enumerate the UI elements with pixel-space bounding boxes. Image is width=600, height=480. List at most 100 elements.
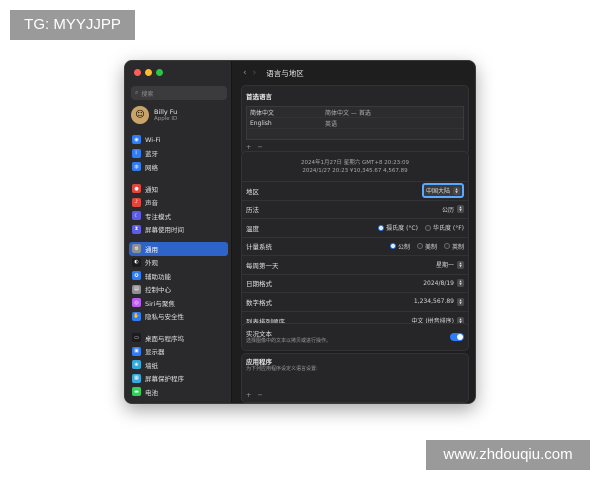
number-format-popup[interactable]: 1,234,567.89 ▲ ▼ — [414, 297, 464, 306]
sidebar-item-label: 通用 — [145, 245, 158, 254]
sidebar-search-input[interactable]: ⌕ 搜索 — [131, 86, 227, 100]
traffic-lights — [134, 69, 163, 76]
forward-button[interactable]: › — [253, 68, 257, 78]
remove-language-button[interactable]: − — [257, 143, 262, 151]
sidebar-group: ⚙ 通用 ◐ 外观 ✪ 辅助功能 ▤ 控制中心 ◎ Siri与聚焦 ✋ 隐私与安全性 — [129, 242, 228, 323]
sidebar-item-label: 专注模式 — [145, 212, 171, 221]
sidebar-item[interactable]: ▬ 电池 — [129, 385, 228, 399]
sidebar-item[interactable]: ◎ Siri与聚焦 — [129, 296, 228, 310]
sidebar-item[interactable]: ◉ Wi-Fi — [129, 133, 228, 147]
sidebar-group: ◉ Wi-Fi ᛒ 蓝牙 ◍ 网络 — [129, 133, 228, 174]
calendar-row: 历法 公历 ▲ ▼ — [242, 201, 468, 219]
radio-fahrenheit[interactable]: 华氏度 (°F) — [424, 223, 464, 232]
sidebar-item[interactable]: ▤ 控制中心 — [129, 283, 228, 297]
applications-card: 应用程序 为下列应用程序设定义语言设置: + − — [241, 353, 469, 403]
live-text-label: 实况文本 — [246, 329, 272, 338]
format-preview: 2024年1月27日 星期六 GMT+8 20:23:09 2024/1/27 … — [242, 152, 468, 182]
minimize-window-button[interactable] — [145, 69, 152, 76]
hourglass-icon: ⧗ — [132, 224, 141, 234]
sidebar-item[interactable]: ▦ 屏幕保护程序 — [129, 372, 228, 386]
radio-us[interactable]: 美制 — [416, 242, 437, 251]
list-item[interactable]: English 英语 — [247, 118, 463, 129]
sidebar-item[interactable]: ✋ 隐私与安全性 — [129, 310, 228, 324]
live-text-toggle[interactable] — [450, 333, 464, 341]
display-icon: ▣ — [132, 346, 141, 356]
sidebar-item-label: 控制中心 — [145, 286, 171, 295]
hand-icon: ✋ — [132, 311, 141, 321]
sidebar-item[interactable]: ☾ 专注模式 — [129, 209, 228, 223]
sidebar-item[interactable]: ◍ 网络 — [129, 160, 228, 174]
sidebar-group: ● 通知 ♪ 声音 ☾ 专注模式 ⧗ 屏幕使用时间 — [129, 182, 228, 236]
wifi-icon: ◉ — [132, 135, 141, 145]
sidebar-item-label: 隐私与安全性 — [145, 313, 184, 322]
sidebar-item-label: 墙纸 — [145, 361, 158, 370]
radio-metric[interactable]: 公制 — [389, 242, 410, 251]
sidebar-item-label: 屏幕使用时间 — [145, 226, 184, 235]
first-day-row: 每周第一天 星期一 ▲ ▼ — [242, 256, 468, 275]
sidebar-group: ▭ 桌面与程序坞 ▣ 显示器 ❀ 墙纸 ▦ 屏幕保护程序 ▬ 电池 — [129, 331, 228, 399]
date-format-popup[interactable]: 2024/8/19 ▲ ▼ — [423, 279, 464, 288]
add-app-button[interactable]: + — [246, 391, 251, 399]
zoom-window-button[interactable] — [156, 69, 163, 76]
sidebar-item-label: 屏幕保护程序 — [145, 375, 184, 384]
list-item-empty — [247, 129, 463, 139]
sidebar-item-label: 显示器 — [145, 348, 165, 357]
sidebar: ⌕ 搜索 ☺ Billy Fu Apple ID ◉ Wi-Fi ᛒ 蓝牙 ◍ 网络 ● 通知… — [125, 61, 232, 403]
remove-app-button[interactable]: − — [257, 391, 262, 399]
sidebar-item[interactable]: ◐ 外观 — [129, 256, 228, 270]
sidebar-item[interactable]: ▭ 桌面与程序坞 — [129, 331, 228, 345]
sidebar-item-label: Wi-Fi — [145, 135, 161, 144]
control-center-icon: ▤ — [132, 284, 141, 294]
region-row: 地区 中国大陆 ▲ ▼ — [242, 182, 468, 201]
list-item[interactable]: 简体中文 简体中文 — 首选 — [247, 107, 463, 118]
chevron-updown-icon: ▲ ▼ — [457, 260, 464, 269]
first-day-popup[interactable]: 星期一 ▲ ▼ — [436, 260, 464, 269]
sidebar-item[interactable]: ● 通知 — [129, 182, 228, 196]
sidebar-item-label: 桌面与程序坞 — [145, 334, 184, 343]
add-language-button[interactable]: + — [246, 143, 251, 151]
chevron-updown-icon: ▲ ▼ — [457, 279, 464, 288]
sidebar-item[interactable]: ✪ 辅助功能 — [129, 269, 228, 283]
sidebar-item[interactable]: ♪ 声音 — [129, 196, 228, 210]
applications-heading: 应用程序 — [246, 358, 272, 366]
sidebar-item-label: 通知 — [145, 185, 158, 194]
apple-id-account[interactable]: ☺ Billy Fu Apple ID — [131, 106, 177, 124]
temperature-row: 温度 摄氏度 (°C) 华氏度 (°F) — [242, 219, 468, 238]
sidebar-item-label: 外观 — [145, 259, 158, 268]
number-format-row: 数字格式 1,234,567.89 ▲ ▼ — [242, 293, 468, 312]
network-icon: ◍ — [132, 162, 141, 172]
accessibility-icon: ✪ — [132, 271, 141, 281]
chevron-updown-icon: ▲ ▼ — [453, 186, 460, 195]
sidebar-item-label: Siri与聚焦 — [145, 299, 175, 308]
radio-celsius[interactable]: 摄氏度 (°C) — [378, 223, 418, 232]
wallpaper-icon: ❀ — [132, 360, 141, 370]
calendar-popup[interactable]: 公历 ▲ ▼ — [442, 205, 464, 214]
measurement-row: 计量系统 公制 美制 英制 — [242, 238, 468, 256]
user-name: Billy Fu — [154, 107, 178, 116]
sidebar-item[interactable]: ▣ 显示器 — [129, 345, 228, 359]
screensaver-icon: ▦ — [132, 373, 141, 383]
sidebar-item[interactable]: ᛒ 蓝牙 — [129, 147, 228, 161]
watermark-bottom: www.zhdouqiu.com — [426, 440, 590, 470]
user-sub: Apple ID — [154, 115, 178, 122]
sidebar-item-label: 电池 — [145, 388, 158, 397]
sidebar-item[interactable]: ⚙ 通用 — [129, 242, 228, 256]
sidebar-item-label: 网络 — [145, 163, 158, 172]
dock-icon: ▭ — [132, 333, 141, 343]
radio-uk[interactable]: 英制 — [443, 242, 464, 251]
speaker-icon: ♪ — [132, 197, 141, 207]
back-button[interactable]: ‹ — [243, 68, 247, 78]
bluetooth-icon: ᛒ — [132, 148, 141, 158]
chevron-updown-icon: ▲ ▼ — [457, 297, 464, 306]
region-settings-card: 2024年1月27日 星期六 GMT+8 20:23:09 2024/1/27 … — [241, 151, 469, 331]
sidebar-item[interactable]: ❀ 墙纸 — [129, 358, 228, 372]
moon-icon: ☾ — [132, 211, 141, 221]
sidebar-item-label: 辅助功能 — [145, 272, 171, 281]
close-window-button[interactable] — [134, 69, 141, 76]
applications-sub: 为下列应用程序设定义语言设置: — [246, 366, 318, 372]
sidebar-item[interactable]: ⧗ 屏幕使用时间 — [129, 223, 228, 237]
appearance-icon: ◐ — [132, 257, 141, 267]
watermark-top: TG: MYYJJPP — [10, 10, 135, 40]
region-popup[interactable]: 中国大陆 ▲ ▼ — [421, 183, 464, 199]
battery-icon: ▬ — [132, 387, 141, 397]
